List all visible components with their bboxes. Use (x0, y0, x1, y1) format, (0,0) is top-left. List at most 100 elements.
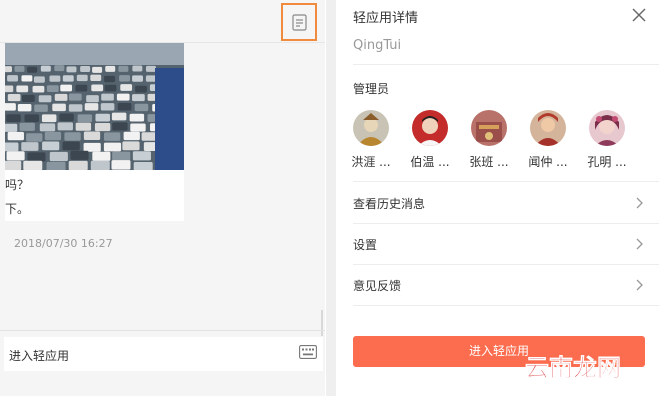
car-shape (46, 161, 66, 170)
avatar (589, 110, 625, 146)
car-shape (7, 75, 18, 82)
admin-member[interactable]: 闻仲 ... (520, 110, 576, 170)
enter-app-link[interactable]: 进入轻应用 (9, 347, 69, 364)
scrollbar[interactable] (321, 310, 323, 336)
car-shape (123, 131, 140, 141)
panel-divider (326, 0, 336, 396)
car-shape (14, 65, 25, 72)
car-shape (75, 122, 92, 131)
admin-name: 张班 ... (469, 155, 509, 169)
car-shape (22, 94, 35, 102)
car-shape (76, 74, 88, 82)
car-shape (7, 94, 21, 102)
car-shape (49, 75, 61, 82)
car-shape (112, 122, 128, 131)
avatar (530, 110, 566, 146)
admin-member[interactable]: 洪涯 ... (343, 110, 399, 170)
car-shape (134, 103, 149, 112)
car-shape (24, 114, 39, 123)
car-shape (135, 85, 147, 93)
car-shape (100, 103, 115, 111)
admin-member[interactable]: 伯温 ... (402, 110, 458, 170)
panel-title: 轻应用详情 (353, 11, 419, 26)
avatar (353, 110, 389, 146)
app-detail-panel: 轻应用详情 QingTui 管理员 洪涯 ... 伯温 ... 张班 ... 闻… (336, 0, 659, 396)
row-history-messages[interactable]: 查看历史消息 (353, 183, 659, 223)
car-shape (103, 142, 122, 152)
divider (353, 181, 659, 182)
car-shape (75, 84, 88, 92)
car-shape (92, 66, 103, 73)
car-shape (60, 84, 73, 92)
car-shape (111, 112, 127, 121)
admin-name: 闻仲 ... (528, 155, 568, 169)
car-shape (17, 103, 32, 112)
svg-text:云南龙网: 云南龙网 (525, 354, 621, 382)
car-shape (46, 85, 59, 92)
car-shape (41, 114, 57, 123)
car-shape (68, 93, 82, 101)
car-shape (27, 152, 46, 162)
row-settings[interactable]: 设置 (353, 224, 659, 264)
close-icon[interactable] (632, 8, 646, 22)
car-shape (86, 95, 99, 103)
bottom-divider (0, 330, 325, 331)
car-shape (59, 113, 74, 122)
row-label: 意见反馈 (353, 279, 402, 293)
car-shape (42, 141, 60, 151)
car-shape (21, 142, 39, 151)
car-shape (5, 160, 22, 170)
car-shape (57, 122, 73, 131)
car-shape (21, 75, 33, 82)
car-shape (44, 131, 62, 141)
car-shape (7, 131, 24, 141)
admins-label: 管理员 (353, 82, 390, 96)
car-shape (5, 85, 14, 93)
car-shape (92, 151, 111, 161)
input-bar: 进入轻应用 (4, 337, 323, 371)
car-shape (95, 113, 110, 122)
car-shape (104, 84, 117, 92)
car-shape (68, 104, 83, 112)
row-feedback[interactable]: 意见反馈 (353, 265, 659, 305)
message-card[interactable]: 吗？ 下。 (5, 43, 184, 221)
car-shape (132, 151, 151, 161)
car-shape (90, 74, 102, 82)
row-label: 设置 (353, 238, 378, 252)
car-shape (19, 122, 35, 131)
car-shape (94, 123, 111, 132)
message-text-line-1: 吗？ (5, 178, 30, 192)
car-shape (6, 114, 21, 123)
admin-member[interactable]: 孔明 ... (579, 110, 635, 170)
car-shape (145, 65, 156, 72)
car-shape (54, 65, 65, 72)
car-shape (5, 142, 19, 152)
car-shape (16, 85, 29, 93)
car-shape (118, 65, 129, 72)
admin-name: 孔明 ... (587, 155, 627, 169)
car-shape (77, 114, 93, 123)
car-shape (130, 123, 146, 132)
car-shape (70, 150, 89, 160)
car-shape (62, 75, 74, 82)
car-shape (38, 95, 52, 103)
traffic-photo[interactable] (5, 43, 184, 170)
car-shape (6, 151, 25, 161)
car-shape (5, 103, 16, 111)
car-shape (27, 66, 38, 73)
car-shape (132, 94, 145, 102)
row-label: 查看历史消息 (353, 197, 426, 211)
car-shape (80, 65, 91, 72)
keyboard-icon[interactable] (299, 345, 317, 359)
car-shape (103, 132, 121, 141)
notes-button[interactable] (281, 3, 317, 41)
admin-member[interactable]: 张班 ... (461, 110, 517, 170)
car-shape (84, 103, 99, 111)
car-shape (33, 76, 45, 83)
message-timestamp: 2018/07/30 16:27 (14, 237, 113, 250)
car-shape (101, 93, 114, 101)
car-shape (64, 132, 81, 141)
car-shape (111, 160, 131, 170)
car-shape (23, 160, 43, 170)
watermark-logo: 云南龙网 (525, 354, 622, 382)
